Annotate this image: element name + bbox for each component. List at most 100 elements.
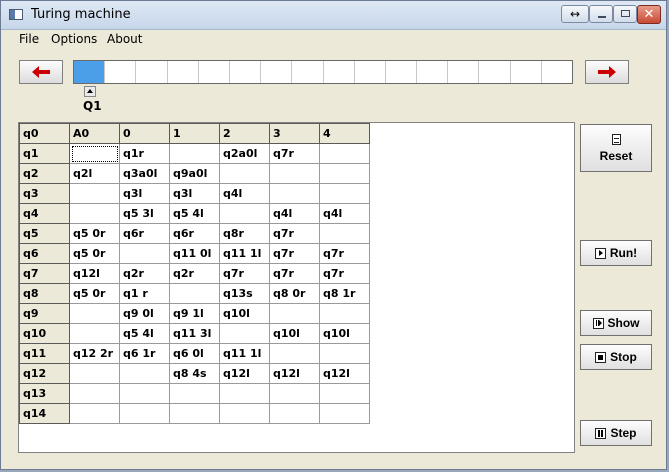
table-cell[interactable]: q10l <box>269 323 320 344</box>
step-button[interactable]: Step <box>580 420 652 446</box>
table-cell[interactable]: q5 3l <box>119 203 170 224</box>
table-cell[interactable] <box>119 363 170 384</box>
table-cell[interactable] <box>69 363 120 384</box>
table-cell[interactable]: q1 r <box>119 283 170 304</box>
table-cell[interactable]: q6 1r <box>119 343 170 364</box>
resize-arrows-icon[interactable]: ↔ <box>561 5 589 23</box>
close-button[interactable]: ✕ <box>637 5 661 24</box>
table-cell[interactable]: q2r <box>169 263 220 284</box>
tape-right-button[interactable] <box>585 60 629 84</box>
table-cell[interactable]: q9 0l <box>119 303 170 324</box>
tape-cell[interactable] <box>74 61 106 83</box>
table-cell[interactable] <box>319 303 370 324</box>
tape-cell[interactable] <box>230 61 262 83</box>
tape-cell[interactable] <box>386 61 418 83</box>
table-cell[interactable] <box>319 163 370 184</box>
table-cell[interactable]: q4l <box>319 203 370 224</box>
table-cell[interactable]: q3l <box>119 183 170 204</box>
table-cell[interactable] <box>69 143 120 164</box>
tape-cell[interactable] <box>199 61 230 83</box>
table-cell[interactable]: q7r <box>219 263 270 284</box>
table-cell[interactable]: q7r <box>319 263 370 284</box>
table-cell[interactable] <box>169 403 220 424</box>
minimize-button[interactable] <box>589 5 613 23</box>
table-cell[interactable] <box>269 183 320 204</box>
table-cell[interactable] <box>119 383 170 404</box>
table-cell[interactable]: q13s <box>219 283 270 304</box>
table-cell[interactable] <box>319 403 370 424</box>
table-cell[interactable]: q6r <box>169 223 220 244</box>
table-cell[interactable] <box>69 183 120 204</box>
run-button[interactable]: Run! <box>580 240 652 266</box>
tape-cell[interactable] <box>105 61 137 83</box>
tape-cell[interactable] <box>324 61 355 83</box>
table-cell[interactable] <box>69 203 120 224</box>
maximize-button[interactable] <box>613 5 637 23</box>
show-button[interactable]: Show <box>580 310 652 336</box>
tape-left-button[interactable] <box>19 60 63 84</box>
tape-cell[interactable] <box>292 61 324 83</box>
table-cell[interactable]: q8 4s <box>169 363 220 384</box>
table-cell[interactable]: q4l <box>219 183 270 204</box>
table-cell[interactable] <box>319 383 370 404</box>
table-cell[interactable]: q10l <box>219 303 270 324</box>
table-cell[interactable]: q12l <box>269 363 320 384</box>
table-cell[interactable] <box>269 343 320 364</box>
table-cell[interactable]: q2a0l <box>219 143 270 164</box>
table-cell[interactable]: q7r <box>269 263 320 284</box>
table-cell[interactable]: q12l <box>219 363 270 384</box>
table-cell[interactable]: q2l <box>69 163 120 184</box>
tape-cell[interactable] <box>168 61 199 83</box>
table-cell[interactable] <box>169 383 220 404</box>
table-cell[interactable] <box>219 383 270 404</box>
table-cell[interactable]: q5 0r <box>69 283 120 304</box>
table-cell[interactable]: q4l <box>269 203 320 224</box>
table-cell[interactable] <box>119 403 170 424</box>
table-cell[interactable]: q5 4l <box>169 203 220 224</box>
table-cell[interactable] <box>219 403 270 424</box>
table-cell[interactable]: q1r <box>119 143 170 164</box>
tape-cell[interactable] <box>542 61 572 83</box>
table-cell[interactable]: q12l <box>69 263 120 284</box>
table-cell[interactable] <box>119 243 170 264</box>
table-cell[interactable] <box>219 203 270 224</box>
tape-cell[interactable] <box>261 61 293 83</box>
table-cell[interactable]: q7r <box>319 243 370 264</box>
table-cell[interactable] <box>219 163 270 184</box>
table-cell[interactable]: q5 0r <box>69 223 120 244</box>
table-cell[interactable]: q3a0l <box>119 163 170 184</box>
table-cell[interactable] <box>319 143 370 164</box>
table-cell[interactable]: q11 1l <box>219 243 270 264</box>
table-cell[interactable]: q3l <box>169 183 220 204</box>
table-cell[interactable]: q11 1l <box>219 343 270 364</box>
tape-cell[interactable] <box>511 61 542 83</box>
table-cell[interactable] <box>269 403 320 424</box>
table-cell[interactable]: q7r <box>269 143 320 164</box>
table-cell[interactable]: q9a0l <box>169 163 220 184</box>
reset-button[interactable]: Reset <box>580 124 652 172</box>
table-cell[interactable]: q9 1l <box>169 303 220 324</box>
table-cell[interactable]: q11 0l <box>169 243 220 264</box>
table-cell[interactable] <box>269 303 320 324</box>
table-cell[interactable]: q11 3l <box>169 323 220 344</box>
table-cell[interactable]: q8 0r <box>269 283 320 304</box>
menu-about[interactable]: About <box>107 32 142 46</box>
table-cell[interactable] <box>319 343 370 364</box>
tape-cell[interactable] <box>355 61 386 83</box>
table-cell[interactable] <box>269 383 320 404</box>
table-cell[interactable] <box>269 163 320 184</box>
table-cell[interactable] <box>169 283 220 304</box>
tape-cell[interactable] <box>479 61 511 83</box>
menu-file[interactable]: File <box>19 32 39 46</box>
table-cell[interactable]: q10l <box>319 323 370 344</box>
table-cell[interactable] <box>69 403 120 424</box>
tape-cell[interactable] <box>448 61 480 83</box>
table-cell[interactable] <box>319 223 370 244</box>
table-cell[interactable] <box>69 383 120 404</box>
table-cell[interactable] <box>69 303 120 324</box>
table-cell[interactable]: q8 1r <box>319 283 370 304</box>
table-cell[interactable]: q6 0l <box>169 343 220 364</box>
menu-options[interactable]: Options <box>51 32 97 46</box>
stop-button[interactable]: Stop <box>580 344 652 370</box>
table-cell[interactable]: q12l <box>319 363 370 384</box>
